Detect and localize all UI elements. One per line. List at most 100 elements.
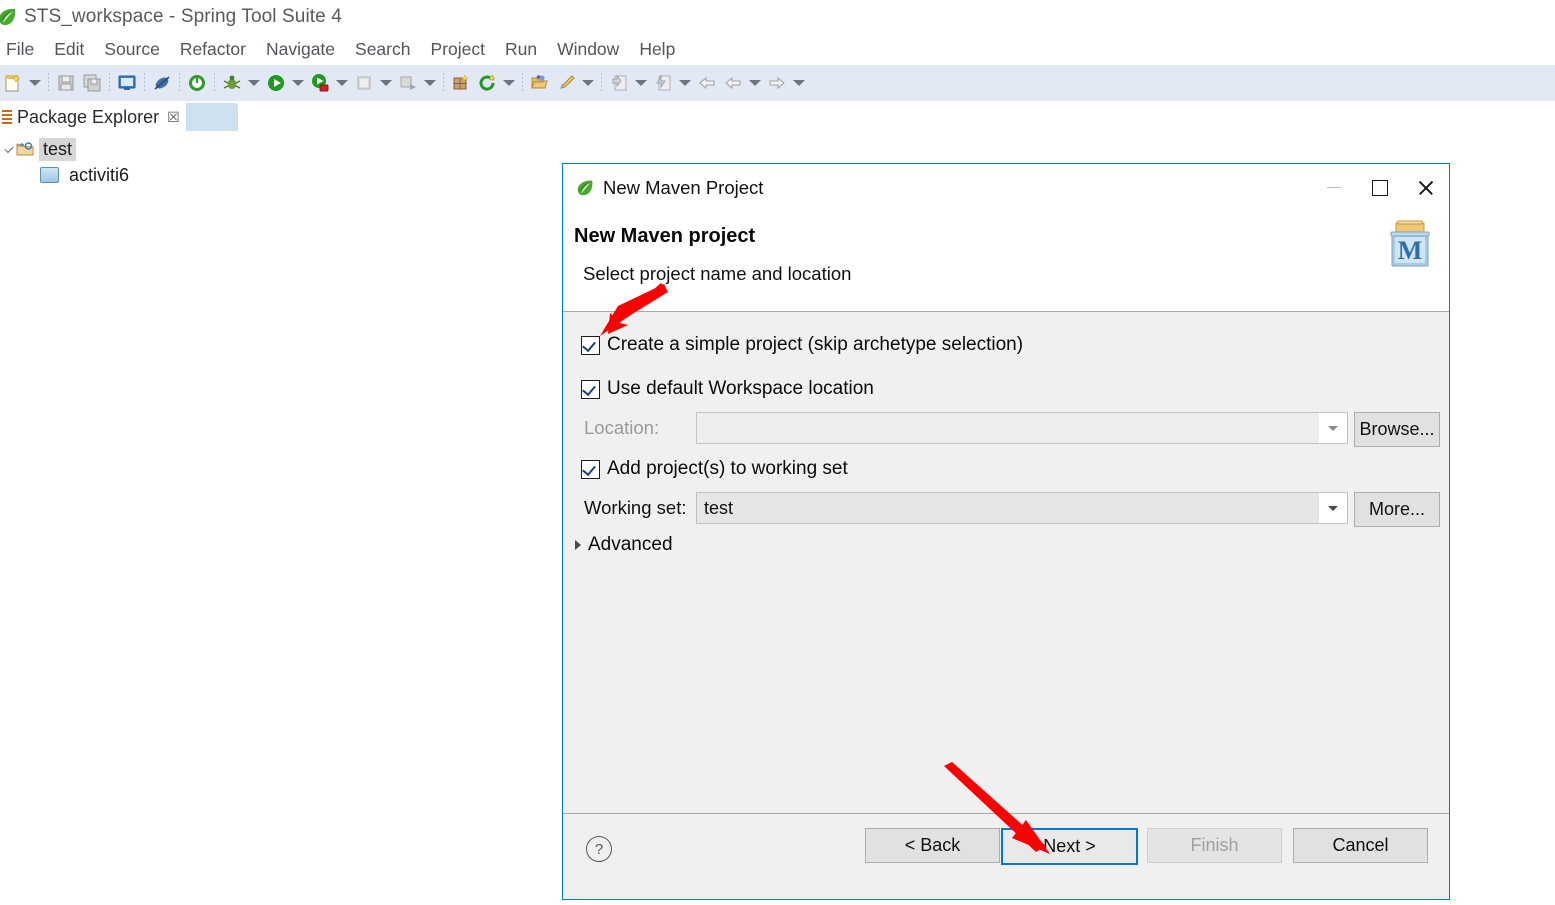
working-set-checkbox-label: Add project(s) to working set [607,458,848,479]
menu-project[interactable]: Project [420,37,494,62]
debug-icon[interactable] [219,68,245,98]
run-as-server-icon[interactable] [307,68,333,98]
boot-dashboard-icon[interactable] [184,68,210,98]
run-dropdown[interactable] [289,68,307,98]
relaunch-icon[interactable] [395,68,421,98]
next-annotation-icon[interactable] [606,68,632,98]
maven-project-icon: M [1383,219,1437,269]
new-java-package-icon[interactable] [448,68,474,98]
relaunch-dropdown[interactable] [421,68,439,98]
toolbar-separator [597,71,606,95]
menu-help[interactable]: Help [629,37,685,62]
minimize-icon[interactable] [1311,164,1357,211]
window-titlebar: STS_workspace - Spring Tool Suite 4 [0,0,1555,34]
working-set-label: Working set: [584,497,687,518]
working-set-combo[interactable]: test [696,492,1348,524]
advanced-label: Advanced [588,534,673,555]
skip-breakpoints-icon[interactable] [149,68,175,98]
refresh-icon[interactable] [474,68,500,98]
advanced-expander[interactable]: Advanced [575,534,673,556]
new-wizard-icon[interactable] [0,68,26,98]
simple-project-checkbox-row[interactable]: Create a simple project (skip archetype … [581,334,1023,356]
close-icon[interactable] [1403,164,1449,211]
menu-navigate[interactable]: Navigate [256,37,345,62]
view-tabstrip: Package Explorer ☒ [0,101,1555,135]
back-button-label: < Back [904,835,961,855]
terminate-dropdown[interactable] [377,68,395,98]
run-icon[interactable] [263,68,289,98]
menu-file[interactable]: File [0,37,44,62]
dialog-body: Create a simple project (skip archetype … [563,312,1449,842]
quickfix-dropdown[interactable] [579,68,597,98]
working-set-checkbox-row[interactable]: Add project(s) to working set [581,458,848,480]
new-wizard-dropdown[interactable] [26,68,44,98]
back-dropdown[interactable] [746,68,764,98]
forward-dropdown[interactable] [790,68,808,98]
dialog-titlebar: New Maven Project [563,164,1449,211]
save-all-icon[interactable] [79,68,105,98]
default-location-label: Use default Workspace location [607,378,874,399]
simple-project-label: Create a simple project (skip archetype … [607,334,1024,355]
tree-node-activiti6[interactable]: activiti6 [0,162,556,188]
working-set-checkbox[interactable] [581,459,600,479]
window-title: STS_workspace - Spring Tool Suite 4 [24,6,342,27]
package-explorer-tree[interactable]: test activiti6 [0,136,556,326]
chevron-right-icon [575,540,581,550]
chevron-down-icon[interactable] [1319,413,1347,443]
next-button[interactable]: Next > [1001,828,1138,865]
back-icon[interactable] [694,68,720,98]
open-type-icon[interactable] [527,68,553,98]
save-icon[interactable] [53,68,79,98]
dialog-header: New Maven project Select project name an… [563,211,1449,312]
terminate-icon[interactable] [351,68,377,98]
location-combo[interactable] [696,412,1348,444]
package-explorer-icon [2,110,12,124]
dialog-footer: ? < Back Next > Finish Cancel [563,813,1449,899]
tab-label: Package Explorer [17,106,160,127]
chevron-down-icon[interactable] [2,136,16,162]
package-folder-icon [40,167,59,183]
menu-run[interactable]: Run [495,37,547,62]
location-label: Location: [584,417,660,438]
open-console-icon[interactable] [114,68,140,98]
menubar: File Edit Source Refactor Navigate Searc… [0,34,1555,64]
back-button[interactable]: < Back [865,828,1000,863]
help-icon[interactable]: ? [586,836,612,862]
tree-node-test[interactable]: test [0,136,556,162]
cancel-button[interactable]: Cancel [1293,828,1428,863]
menu-window[interactable]: Window [547,37,629,62]
menu-search[interactable]: Search [345,37,420,62]
tab-package-explorer[interactable]: Package Explorer ☒ [0,101,186,135]
quickfix-icon[interactable] [553,68,579,98]
chevron-down-icon[interactable] [1319,493,1347,523]
toolbar-separator [140,71,149,95]
default-location-checkbox[interactable] [581,379,600,399]
run-as-server-dropdown[interactable] [333,68,351,98]
back-history-icon[interactable] [720,68,746,98]
previous-annotation-dropdown[interactable] [676,68,694,98]
menu-edit[interactable]: Edit [44,37,94,62]
maximize-icon[interactable] [1357,164,1403,211]
spring-leaf-icon [575,178,595,198]
menu-refactor[interactable]: Refactor [170,37,256,62]
page-subtitle: Select project name and location [583,263,852,284]
tree-node-label: test [39,137,77,161]
toolbar-separator [518,71,527,95]
toolbar-separator [44,71,53,95]
forward-icon[interactable] [764,68,790,98]
close-icon[interactable]: ☒ [167,109,180,126]
finish-button-label: Finish [1190,835,1239,855]
menu-source[interactable]: Source [94,37,169,62]
app-window: STS_workspace - Spring Tool Suite 4 File… [0,0,1555,905]
previous-annotation-icon[interactable] [650,68,676,98]
more-button[interactable]: More... [1354,492,1440,527]
toolbar-separator [105,71,114,95]
default-location-checkbox-row[interactable]: Use default Workspace location [581,378,874,400]
simple-project-checkbox[interactable] [581,335,600,355]
refresh-dropdown[interactable] [500,68,518,98]
page-title: New Maven project [574,225,756,247]
next-annotation-dropdown[interactable] [632,68,650,98]
dialog-title: New Maven Project [603,176,764,198]
debug-dropdown[interactable] [245,68,263,98]
browse-button[interactable]: Browse... [1354,412,1440,447]
